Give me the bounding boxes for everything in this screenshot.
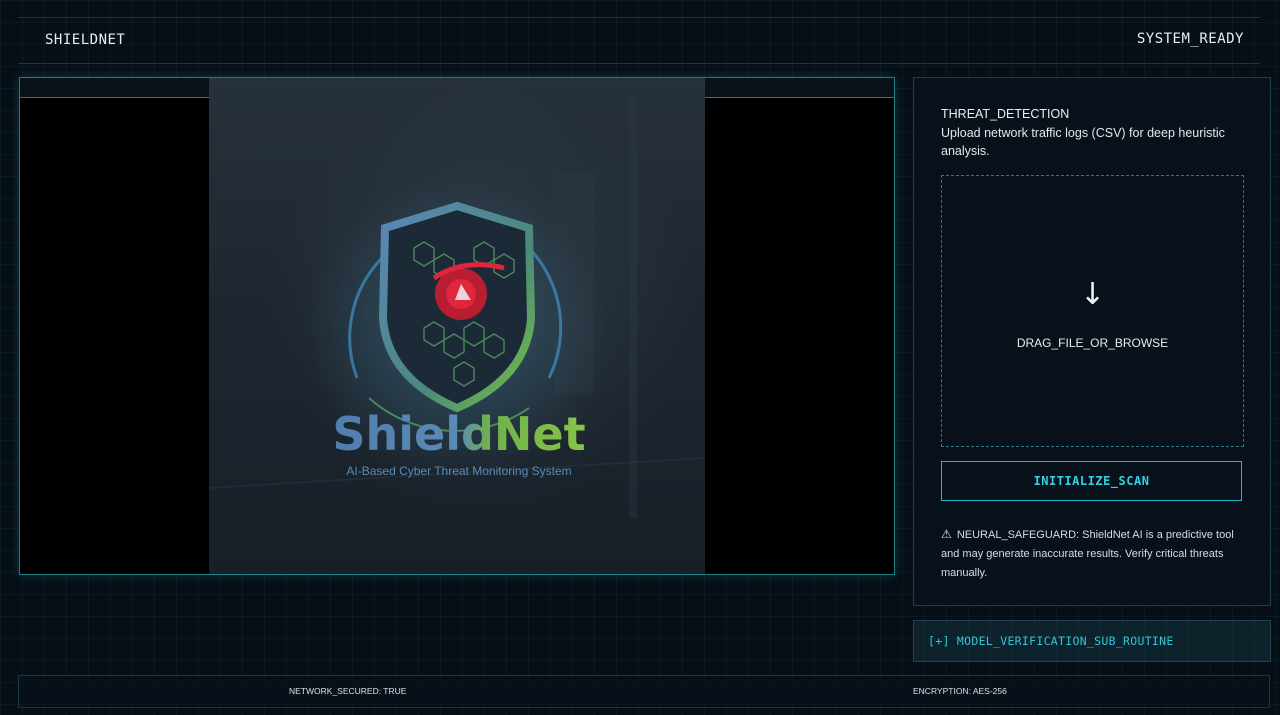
image-viewer: ShieldNet AI-Based Cyber Threat Monitori… bbox=[19, 77, 895, 575]
warning-text: NEURAL_SAFEGUARD: ShieldNet AI is a pred… bbox=[941, 529, 1234, 579]
top-header: SHIELDNET SYSTEM_READY bbox=[18, 17, 1260, 64]
panel-title: THREAT_DETECTION bbox=[941, 107, 1070, 121]
file-dropzone[interactable]: ↓ DRAG_FILE_OR_BROWSE bbox=[941, 175, 1244, 447]
dropzone-label: DRAG_FILE_OR_BROWSE bbox=[1016, 336, 1169, 350]
brand-title: SHIELDNET bbox=[45, 32, 126, 48]
logo-image: ShieldNet AI-Based Cyber Threat Monitori… bbox=[209, 78, 705, 574]
download-arrow-icon: ↓ bbox=[1079, 277, 1106, 312]
status-footer: NETWORK_SECURED: TRUE ENCRYPTION: AES-25… bbox=[18, 675, 1270, 708]
initialize-scan-button[interactable]: INITIALIZE_SCAN bbox=[941, 461, 1242, 501]
warning-icon: ⚠ bbox=[941, 527, 952, 541]
logo-subtitle: AI-Based Cyber Threat Monitoring System bbox=[346, 464, 571, 478]
model-verification-toggle[interactable]: [+] MODEL_VERIFICATION_SUB_ROUTINE bbox=[913, 620, 1271, 662]
subroutine-label: [+] MODEL_VERIFICATION_SUB_ROUTINE bbox=[928, 634, 1174, 648]
encryption-status: ENCRYPTION: AES-256 bbox=[913, 686, 1007, 696]
logo-title: ShieldNet bbox=[332, 407, 585, 461]
safeguard-warning: ⚠ NEURAL_SAFEGUARD: ShieldNet AI is a pr… bbox=[941, 525, 1251, 583]
shieldnet-logo: ShieldNet AI-Based Cyber Threat Monitori… bbox=[209, 98, 705, 518]
panel-description: Upload network traffic logs (CSV) for de… bbox=[941, 126, 1225, 158]
network-status: NETWORK_SECURED: TRUE bbox=[289, 686, 407, 696]
threat-detection-panel: THREAT_DETECTION Upload network traffic … bbox=[913, 77, 1271, 606]
system-status: SYSTEM_READY bbox=[1136, 31, 1244, 47]
